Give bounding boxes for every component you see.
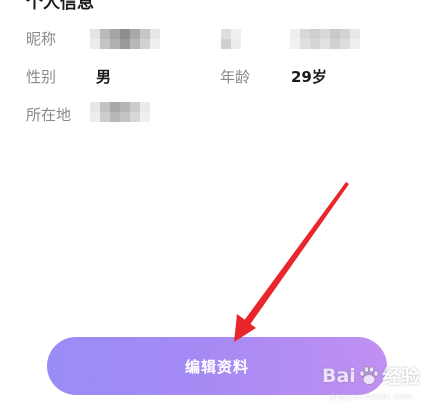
nickname-extra-redacted [221,29,241,49]
nickname-label: 昵称 [26,30,57,48]
watermark-brand-suffix: 经验 [381,366,420,388]
section-title: 个人信息 [26,0,94,13]
nickname-value-redacted [90,29,160,49]
watermark-brand: Bai [322,364,356,387]
watermark-url: jingyan.baidu.com [330,392,413,401]
age-label: 年龄 [220,68,251,86]
gender-value: 男 [96,68,112,86]
paw-icon [359,365,379,385]
gender-label: 性别 [26,68,57,86]
baidu-watermark: Bai 经验 [322,362,420,389]
nickname-extra-redacted-2 [290,29,360,49]
age-value: 29岁 [291,68,327,86]
location-label: 所在地 [26,106,72,124]
location-value-redacted [90,102,150,122]
